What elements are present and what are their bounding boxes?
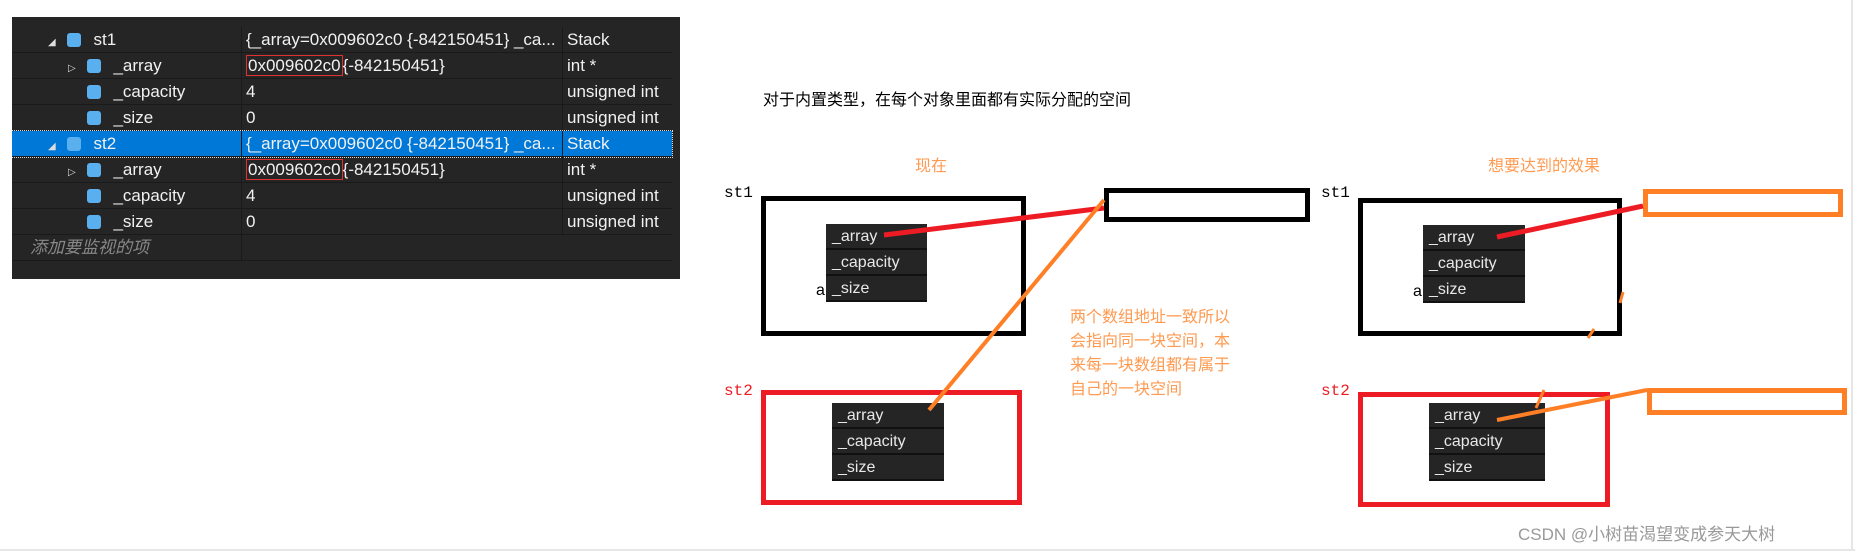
st1-array-pointer-goal: [1496, 203, 1644, 240]
st2-array-pointer-goal: [1496, 388, 1648, 422]
watermark: CSDN @小树苗渴望变成参天大树: [1518, 525, 1776, 544]
st1-array-pointer: [883, 205, 1105, 238]
stroke-fragment: [1534, 389, 1546, 409]
st2-array-pointer: [927, 198, 1106, 412]
stroke-fragment: [1618, 291, 1625, 304]
stroke-fragment: [1586, 328, 1596, 339]
pointer-arrows: [0, 0, 1855, 551]
